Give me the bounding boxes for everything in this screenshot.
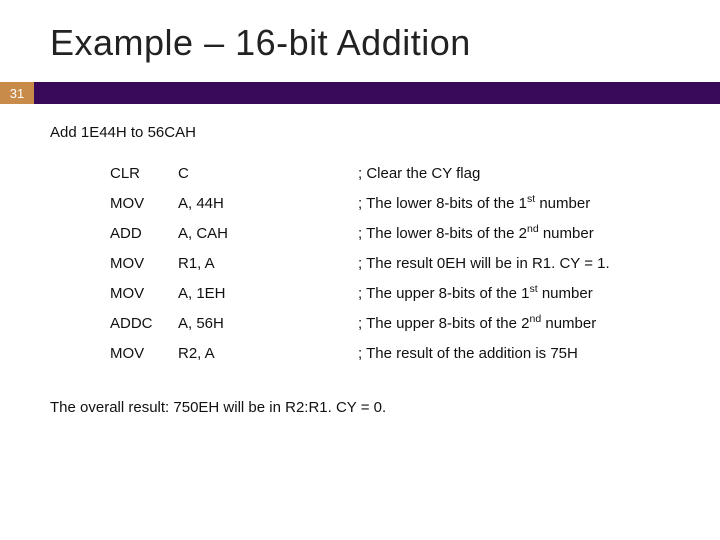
- comment-pre: ; The lower 8-bits of the 2: [358, 225, 527, 242]
- comment-pre: ; The lower 8-bits of the 1: [358, 195, 527, 212]
- comment-pre: ; The upper 8-bits of the 1: [358, 285, 530, 302]
- opcode: MOV: [110, 285, 178, 302]
- opcode: MOV: [110, 255, 178, 272]
- comment: ; Clear the CY flag: [358, 163, 480, 182]
- comment-post: number: [539, 225, 594, 242]
- table-row: ADDC A, 56H ; The upper 8-bits of the 2n…: [110, 313, 670, 343]
- ordinal: st: [530, 283, 538, 295]
- comment: ; The upper 8-bits of the 1st number: [358, 283, 593, 302]
- opcode: ADDC: [110, 315, 178, 332]
- operand: C: [178, 165, 358, 182]
- table-row: MOV R1, A ; The result 0EH will be in R1…: [110, 253, 670, 283]
- operand: A, 44H: [178, 195, 358, 212]
- comment-pre: ; The upper 8-bits of the 2: [358, 315, 530, 332]
- operand: A, CAH: [178, 225, 358, 242]
- opcode: MOV: [110, 345, 178, 362]
- table-row: MOV A, 1EH ; The upper 8-bits of the 1st…: [110, 283, 670, 313]
- operand: A, 56H: [178, 315, 358, 332]
- table-row: CLR C ; Clear the CY flag: [110, 163, 670, 193]
- ordinal: nd: [530, 313, 542, 325]
- comment: ; The result of the addition is 75H: [358, 343, 578, 362]
- ordinal: nd: [527, 223, 539, 235]
- operand: R2, A: [178, 345, 358, 362]
- comment-post: number: [538, 285, 593, 302]
- comment: ; The result 0EH will be in R1. CY = 1.: [358, 253, 610, 272]
- comment-pre: ; The result 0EH will be in R1. CY = 1.: [358, 255, 610, 272]
- content-area: Add 1E44H to 56CAH CLR C ; Clear the CY …: [0, 104, 720, 416]
- operand: A, 1EH: [178, 285, 358, 302]
- table-row: MOV A, 44H ; The lower 8-bits of the 1st…: [110, 193, 670, 223]
- header-bar-wrap: 31: [0, 82, 720, 104]
- ordinal: st: [527, 193, 535, 205]
- slide-number-badge: 31: [0, 82, 34, 104]
- operand: R1, A: [178, 255, 358, 272]
- comment: ; The lower 8-bits of the 2nd number: [358, 223, 594, 242]
- slide: Example – 16-bit Addition 31 Add 1E44H t…: [0, 0, 720, 540]
- page-title: Example – 16-bit Addition: [0, 0, 720, 82]
- comment-post: number: [535, 195, 590, 212]
- opcode: ADD: [110, 225, 178, 242]
- comment: ; The lower 8-bits of the 1st number: [358, 193, 590, 212]
- table-row: ADD A, CAH ; The lower 8-bits of the 2nd…: [110, 223, 670, 253]
- opcode: CLR: [110, 165, 178, 182]
- comment-post: number: [541, 315, 596, 332]
- header-bar: [0, 82, 720, 104]
- comment-pre: ; The result of the addition is 75H: [358, 345, 578, 362]
- result-summary: The overall result: 750EH will be in R2:…: [50, 399, 670, 416]
- comment: ; The upper 8-bits of the 2nd number: [358, 313, 596, 332]
- intro-text: Add 1E44H to 56CAH: [50, 124, 670, 141]
- table-row: MOV R2, A ; The result of the addition i…: [110, 343, 670, 373]
- code-table: CLR C ; Clear the CY flag MOV A, 44H ; T…: [110, 163, 670, 373]
- opcode: MOV: [110, 195, 178, 212]
- comment-pre: ; Clear the CY flag: [358, 165, 480, 182]
